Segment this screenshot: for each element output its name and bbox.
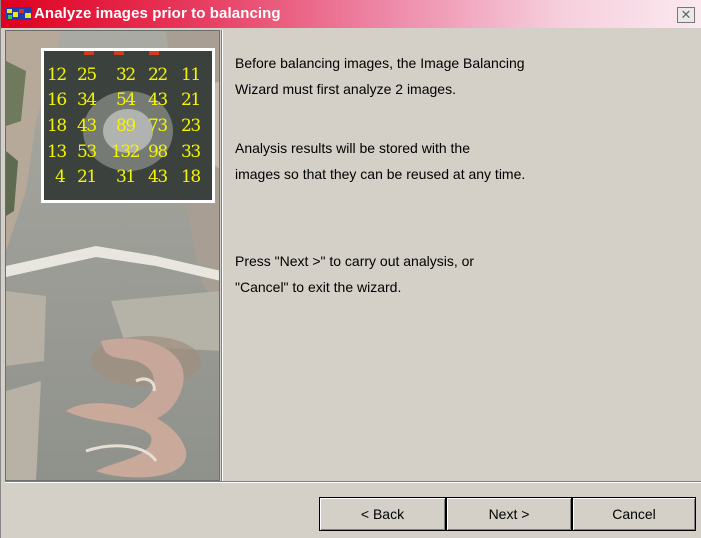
cancel-button[interactable]: Cancel — [572, 497, 696, 531]
message-line: Before balancing images, the Image Balan… — [235, 55, 525, 71]
grid-cell: 33 — [181, 142, 201, 162]
grid-cell: 43 — [148, 167, 168, 187]
message-line: "Cancel" to exit the wizard. — [235, 279, 402, 295]
grid-cell: 43 — [148, 90, 168, 110]
message-line: Press "Next >" to carry out analysis, or — [235, 253, 475, 269]
grid-cell: 73 — [148, 116, 168, 136]
grid-cell: 21 — [181, 90, 201, 110]
grid-cell: 16 — [47, 90, 67, 110]
grid-cell: 54 — [116, 90, 136, 110]
grid-cell: 18 — [181, 167, 201, 187]
grid-row: 4 21 31 43 18 — [44, 165, 212, 190]
close-icon: ✕ — [680, 7, 692, 22]
grid-cell: 98 — [148, 142, 168, 162]
button-bar-divider-highlight — [5, 482, 701, 483]
back-button[interactable]: < Back — [319, 497, 446, 531]
window-title: Analyze images prior to balancing — [34, 5, 281, 22]
grid-cell: 32 — [116, 65, 136, 85]
wizard-window: Analyze images prior to balancing ✕ 12 2… — [0, 0, 701, 538]
grid-cell: 25 — [77, 65, 97, 85]
next-button[interactable]: Next > — [446, 497, 572, 531]
grid-row: 12 25 32 22 11 — [44, 63, 212, 88]
grid-cell: 12 — [47, 65, 67, 85]
grid-cell: 18 — [47, 116, 67, 136]
grid-cell: 11 — [181, 65, 201, 85]
grid-cell: 31 — [116, 167, 136, 187]
grid-cell: 4 — [55, 167, 66, 187]
grid-cell: 13 — [47, 142, 67, 162]
grid-cell: 89 — [116, 116, 136, 136]
grid-cell: 22 — [148, 65, 168, 85]
panel-divider-highlight — [222, 30, 223, 481]
title-bar[interactable]: Analyze images prior to balancing ✕ — [1, 0, 701, 28]
grid-cell: 23 — [181, 116, 201, 136]
grid-row: 16 34 54 43 21 — [44, 88, 212, 113]
grid-cell: 21 — [77, 167, 97, 187]
grid-cell: 132 — [111, 142, 140, 162]
grid-row: 13 53 132 98 33 — [44, 140, 212, 165]
grid-cell: 34 — [77, 90, 97, 110]
grid-cell: 43 — [77, 116, 97, 136]
app-icon — [6, 7, 32, 20]
grid-row: 18 43 89 73 23 — [44, 114, 212, 139]
grid-cell: 53 — [77, 142, 97, 162]
message-line: Wizard must first analyze 2 images. — [235, 81, 456, 97]
close-button[interactable]: ✕ — [677, 7, 695, 23]
analysis-grid: 12 25 32 22 11 16 34 54 43 21 18 43 89 7… — [41, 48, 215, 203]
message-line: Analysis results will be stored with the — [235, 140, 470, 156]
message-line: images so that they can be reused at any… — [235, 166, 526, 182]
